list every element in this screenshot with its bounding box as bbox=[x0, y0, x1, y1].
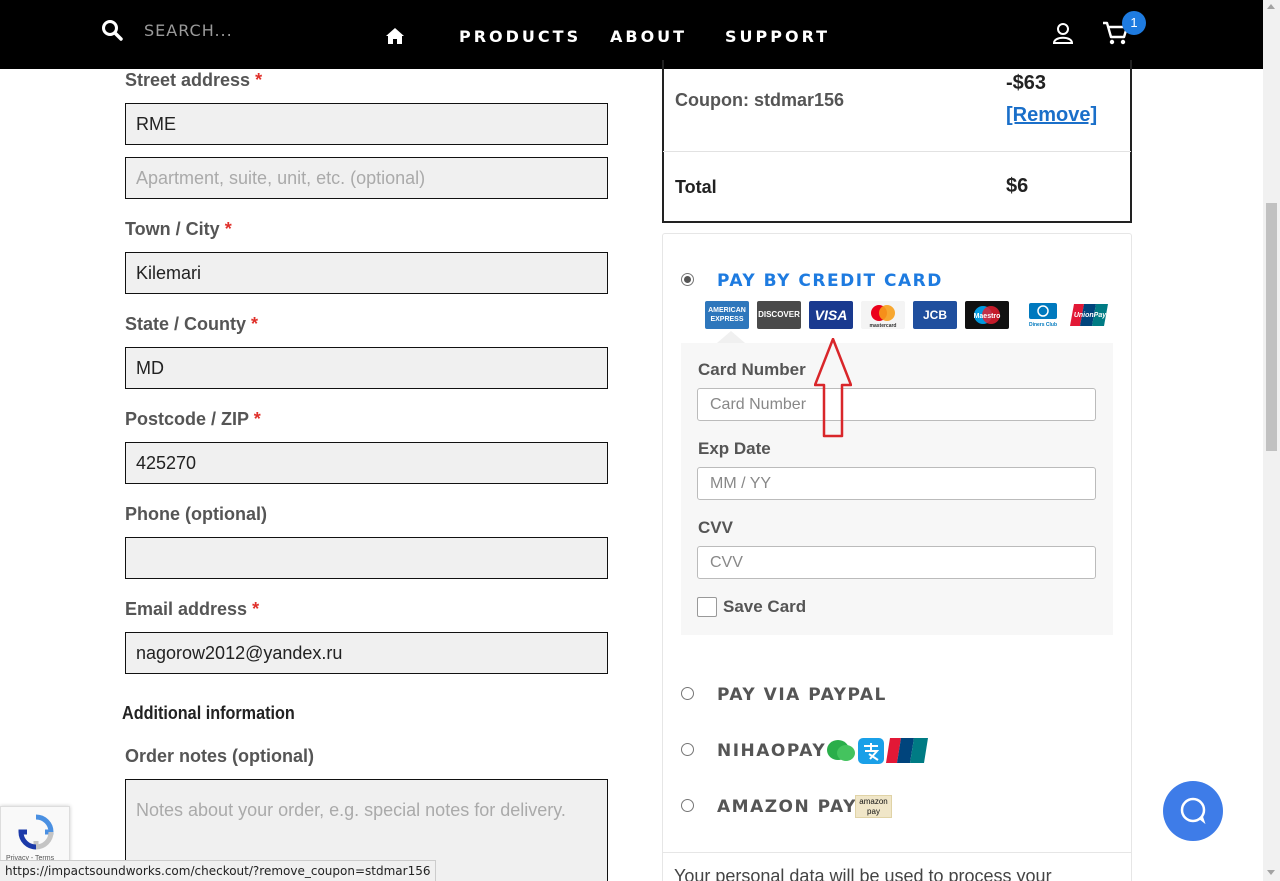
nav-support-link[interactable]: SUPPORT bbox=[725, 27, 830, 46]
amazon-pay-radio[interactable] bbox=[681, 799, 694, 812]
postcode-label: Postcode / ZIP * bbox=[125, 409, 261, 429]
maestro-logo-icon: Maestro bbox=[965, 301, 1009, 329]
street-address-label: Street address * bbox=[125, 70, 263, 90]
discover-logo-icon: DISCOVER bbox=[757, 301, 801, 329]
cvv-label: CVV bbox=[698, 518, 733, 537]
email-input[interactable]: nagorow2012@yandex.ru bbox=[125, 632, 608, 674]
scrollbar-thumb[interactable] bbox=[1266, 203, 1277, 451]
unionpay-logo-icon: UnionPay bbox=[1070, 301, 1110, 329]
paypal-radio[interactable] bbox=[681, 687, 694, 700]
diners-club-mark-icon: Diners Club bbox=[1029, 303, 1057, 328]
amex-logo-icon: AMERICAN EXPRESS bbox=[705, 301, 749, 329]
state-input[interactable]: MD bbox=[125, 347, 608, 389]
total-value: $6 bbox=[1006, 175, 1029, 197]
svg-text:mastercard: mastercard bbox=[870, 323, 897, 329]
coupon-amount: -$63 bbox=[1006, 72, 1047, 94]
chat-bubble-icon bbox=[1180, 797, 1206, 825]
card-panel-pointer bbox=[717, 331, 745, 343]
scroll-up-arrow-icon[interactable] bbox=[1267, 4, 1275, 9]
save-card-checkbox[interactable] bbox=[697, 597, 717, 617]
state-label: State / County * bbox=[125, 314, 259, 334]
card-number-input[interactable]: Card Number bbox=[697, 388, 1096, 421]
phone-input[interactable] bbox=[125, 537, 608, 579]
amazon-pay-method-label[interactable]: AMAZON PAY bbox=[717, 797, 857, 817]
svg-text:Diners Club: Diners Club bbox=[1029, 322, 1057, 328]
email-label: Email address * bbox=[125, 599, 260, 619]
wechat-pay-icon bbox=[827, 740, 855, 761]
unionpay-mark-icon: UnionPay bbox=[1070, 304, 1108, 326]
browser-status-bar-url: https://impactsoundworks.com/checkout/?r… bbox=[0, 860, 437, 881]
search-input[interactable]: SEARCH... bbox=[144, 21, 233, 40]
home-icon[interactable] bbox=[384, 25, 406, 47]
alipay-icon bbox=[858, 738, 884, 764]
payment-divider bbox=[663, 852, 1131, 853]
amazon-pay-logo-icon: amazon pay bbox=[855, 795, 892, 818]
city-input[interactable]: Kilemari bbox=[125, 252, 608, 294]
svg-text:Maestro: Maestro bbox=[974, 313, 1001, 320]
nav-products-link[interactable]: PRODUCTS bbox=[459, 27, 581, 46]
remove-coupon-link[interactable]: [Remove] bbox=[1006, 104, 1097, 127]
nihaopay-method-label[interactable]: NIHAOPAY bbox=[717, 741, 826, 761]
jcb-logo-icon: JCB bbox=[913, 301, 957, 329]
svg-text:UnionPay: UnionPay bbox=[1074, 312, 1107, 319]
additional-information-heading: Additional information bbox=[122, 703, 295, 723]
nav-about-link[interactable]: ABOUT bbox=[610, 27, 687, 46]
credit-card-method-label[interactable]: PAY BY CREDIT CARD bbox=[717, 271, 943, 291]
exp-date-input[interactable]: MM / YY bbox=[697, 467, 1096, 500]
city-label: Town / City * bbox=[125, 219, 232, 239]
nihaopay-radio[interactable] bbox=[681, 743, 694, 756]
maestro-circles-icon: Maestro bbox=[974, 306, 1001, 324]
search-icon[interactable] bbox=[100, 18, 124, 42]
card-number-label: Card Number bbox=[698, 360, 806, 379]
order-notes-label: Order notes (optional) bbox=[125, 746, 314, 766]
cart-count-badge: 1 bbox=[1122, 11, 1146, 35]
street-address-line2-input[interactable]: Apartment, suite, unit, etc. (optional) bbox=[125, 157, 608, 199]
mastercard-circles-icon: mastercard bbox=[870, 305, 897, 329]
user-account-icon[interactable] bbox=[1051, 21, 1075, 45]
paypal-method-label[interactable]: PAY VIA PAYPAL bbox=[717, 685, 887, 705]
order-summary-table bbox=[662, 60, 1132, 223]
credit-card-radio[interactable] bbox=[681, 273, 694, 286]
red-up-arrow-annotation-icon bbox=[814, 338, 852, 438]
cvv-input[interactable]: CVV bbox=[697, 546, 1096, 579]
mastercard-logo-icon: mastercard bbox=[861, 301, 905, 329]
scroll-down-arrow-icon[interactable] bbox=[1267, 870, 1275, 875]
exp-date-label: Exp Date bbox=[698, 439, 771, 458]
total-label: Total bbox=[675, 177, 717, 197]
summary-divider bbox=[663, 151, 1131, 152]
help-chat-button[interactable] bbox=[1163, 781, 1223, 841]
save-card-label[interactable]: Save Card bbox=[723, 597, 806, 617]
postcode-input[interactable]: 425270 bbox=[125, 442, 608, 484]
recaptcha-logo-icon bbox=[18, 814, 54, 850]
visa-logo-icon: VISA bbox=[809, 301, 853, 329]
phone-label: Phone (optional) bbox=[125, 504, 267, 524]
privacy-notice-text: Your personal data will be used to proce… bbox=[674, 866, 1052, 881]
unionpay-small-icon bbox=[886, 738, 928, 763]
street-address-input[interactable]: RME bbox=[125, 103, 608, 145]
coupon-label: Coupon: stdmar156 bbox=[675, 90, 845, 110]
diners-club-logo-icon: Diners Club bbox=[1021, 301, 1065, 329]
